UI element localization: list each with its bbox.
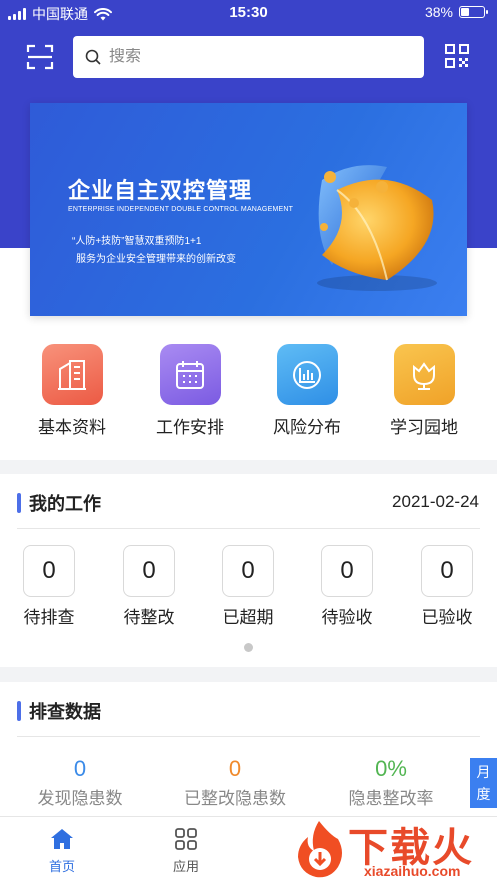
stat-hazards-found[interactable]: 0 发现隐患数 bbox=[0, 756, 160, 809]
calendar-icon bbox=[159, 344, 221, 405]
work-overdue[interactable]: 0 已超期 bbox=[213, 545, 283, 628]
apps-grid-icon bbox=[175, 828, 197, 850]
home-icon bbox=[51, 829, 73, 849]
watermark: 下载火 xiazaihuo.com bbox=[290, 815, 497, 883]
work-date: 2021-02-24 bbox=[392, 492, 479, 511]
qr-code-icon[interactable] bbox=[444, 43, 470, 69]
fire-logo-icon bbox=[298, 821, 342, 878]
page-indicator-dot bbox=[244, 643, 253, 652]
work-pending-rectification[interactable]: 0 待整改 bbox=[114, 545, 184, 628]
banner-line2: 服务为企业安全管理带来的创新改变 bbox=[76, 254, 236, 265]
menu-risk-distribution[interactable]: 风险分布 bbox=[262, 344, 352, 438]
tab-home[interactable]: 首页 bbox=[32, 827, 92, 875]
menu-basic-info[interactable]: 基本资料 bbox=[27, 344, 117, 438]
flower-icon bbox=[393, 344, 455, 405]
divider bbox=[17, 528, 480, 529]
battery-percent: 38% bbox=[424, 4, 453, 20]
inspection-data-card: 排查数据 0 发现隐患数 0 已整改隐患数 0% 隐患整改率 bbox=[0, 682, 497, 816]
inspection-heading: 排查数据 bbox=[17, 698, 101, 724]
my-work-card: 我的工作 2021-02-24 0 待排查 0 待整改 0 已超期 0 待验收 … bbox=[0, 474, 497, 667]
banner-line1: “人防+技防”智慧双重预防1+1 bbox=[72, 236, 202, 247]
clock: 15:30 bbox=[229, 4, 268, 21]
tab-apps[interactable]: 应用 bbox=[156, 827, 216, 875]
shield-icon bbox=[317, 165, 437, 291]
battery-icon bbox=[459, 6, 488, 18]
divider bbox=[17, 736, 480, 737]
work-accepted[interactable]: 0 已验收 bbox=[412, 545, 482, 628]
status-bar: 中国联通 15:30 38% bbox=[0, 0, 497, 26]
watermark-url: xiazaihuo.com bbox=[364, 863, 461, 879]
banner-title: 企业自主双控管理 bbox=[68, 178, 253, 203]
accent-bar bbox=[17, 493, 21, 513]
stat-hazards-rectified[interactable]: 0 已整改隐患数 bbox=[155, 756, 315, 809]
promo-banner[interactable]: 企业自主双控管理 ENTERPRISE INDEPENDENT DOUBLE C… bbox=[30, 103, 467, 316]
scan-icon[interactable] bbox=[26, 43, 54, 71]
search-input[interactable] bbox=[109, 48, 409, 66]
menu-work-schedule[interactable]: 工作安排 bbox=[145, 344, 235, 438]
my-work-heading: 我的工作 bbox=[17, 490, 101, 516]
building-icon bbox=[41, 344, 103, 405]
work-pending-inspection[interactable]: 0 待排查 bbox=[14, 545, 84, 628]
stat-rectification-rate[interactable]: 0% 隐患整改率 bbox=[311, 756, 471, 809]
search-bar[interactable] bbox=[73, 36, 424, 78]
search-icon bbox=[85, 49, 101, 65]
quick-menu: 基本资料 工作安排 风险分布 学习园地 bbox=[0, 344, 497, 439]
menu-learning-garden[interactable]: 学习园地 bbox=[379, 344, 469, 438]
work-pending-acceptance[interactable]: 0 待验收 bbox=[312, 545, 382, 628]
accent-bar bbox=[17, 701, 21, 721]
monthly-tab[interactable]: 月 度 bbox=[470, 758, 497, 808]
banner-subtitle: ENTERPRISE INDEPENDENT DOUBLE CONTROL MA… bbox=[68, 206, 294, 213]
chart-icon bbox=[276, 344, 338, 405]
